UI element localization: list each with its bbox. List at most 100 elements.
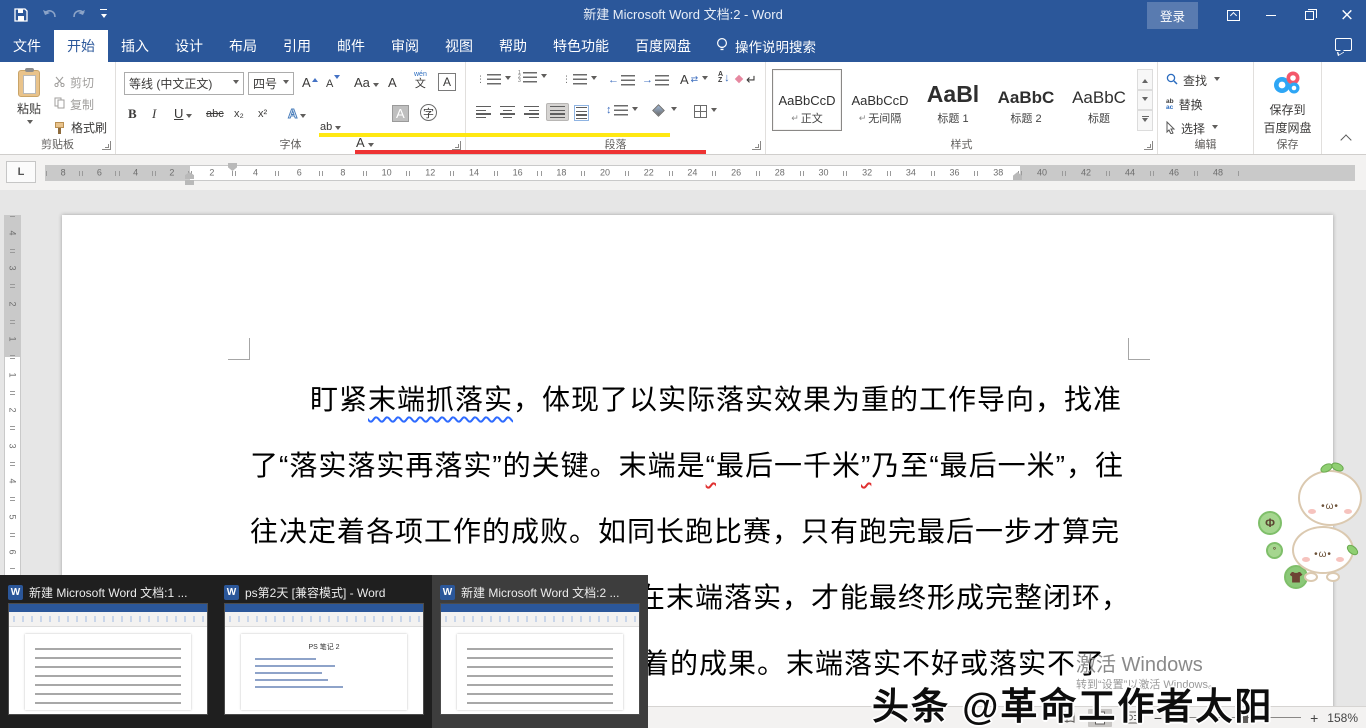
- tab-home[interactable]: 开始: [54, 30, 108, 62]
- minimize-button[interactable]: [1252, 0, 1290, 30]
- enclose-characters-button[interactable]: 字: [420, 104, 437, 121]
- bullets-button[interactable]: ⋮: [476, 74, 511, 85]
- phonetic-guide-button[interactable]: wén 文: [414, 71, 427, 90]
- superscript-button[interactable]: x²: [258, 108, 267, 120]
- strikethrough-button[interactable]: abc: [206, 108, 224, 120]
- align-left-button[interactable]: [476, 106, 491, 119]
- style-title[interactable]: AaBbC 标题: [1064, 69, 1134, 131]
- editing-group-label: 编辑: [1194, 139, 1217, 151]
- tab-mailings[interactable]: 邮件: [324, 30, 378, 62]
- copy-button[interactable]: 复制: [54, 96, 94, 113]
- preview-card-ps-notes[interactable]: Wps第2天 [兼容模式] - Word PS 笔记 2: [216, 575, 432, 728]
- subscript-button[interactable]: x₂: [234, 108, 244, 120]
- ribbon: 粘贴 剪切 复制 格式刷 剪贴板 等线 (中文正文) 四号 A A Aa A w…: [0, 62, 1366, 155]
- styles-more-button[interactable]: [1137, 110, 1153, 132]
- format-painter-button[interactable]: 格式刷: [54, 119, 107, 136]
- replace-button[interactable]: ab ac 替换: [1166, 96, 1203, 113]
- distribute-button[interactable]: [574, 105, 589, 122]
- clipboard-dialog-launcher[interactable]: [102, 141, 111, 150]
- word-icon: W: [440, 584, 455, 600]
- shading-button[interactable]: [652, 104, 677, 117]
- find-button[interactable]: 查找: [1166, 72, 1221, 89]
- preview-thumbnail[interactable]: PS 笔记 2: [224, 603, 424, 715]
- doc-line-3[interactable]: 往决定着各项工作的成败。如同长跑比赛，只有跑完最后一步才算完: [250, 510, 1120, 550]
- tab-review[interactable]: 审阅: [378, 30, 432, 62]
- decrease-indent-button[interactable]: ←: [608, 74, 635, 86]
- paste-button[interactable]: 粘贴: [8, 68, 50, 142]
- tab-help[interactable]: 帮助: [486, 30, 540, 62]
- style-normal[interactable]: AaBbCcD ↵ 正文: [772, 69, 842, 131]
- change-case-button[interactable]: Aa: [354, 75, 379, 90]
- font-size-combo[interactable]: 四号: [248, 72, 294, 95]
- font-dialog-launcher[interactable]: [452, 141, 461, 150]
- sort-button[interactable]: A Z ↓: [718, 71, 730, 84]
- preview-title: 新建 Microsoft Word 文档:1 ...: [29, 585, 188, 600]
- borders-button[interactable]: [694, 105, 717, 118]
- shrink-font-button[interactable]: A: [326, 75, 341, 90]
- undo-icon[interactable]: [42, 9, 58, 22]
- preview-card-doc2[interactable]: W 新建 Microsoft Word 文档:2 ...: [432, 575, 648, 728]
- style-heading2[interactable]: AaBbC 标题 2: [991, 69, 1061, 131]
- preview-thumbnail[interactable]: [440, 603, 640, 715]
- font-name-combo[interactable]: 等线 (中文正文): [124, 72, 244, 95]
- preview-thumbnail[interactable]: [8, 603, 208, 715]
- increase-indent-button[interactable]: →: [642, 74, 669, 86]
- save-icon[interactable]: [14, 8, 28, 22]
- tell-me-search[interactable]: 操作说明搜索: [704, 30, 828, 62]
- styles-scroll-up[interactable]: [1137, 69, 1153, 90]
- styles-gallery: AaBbCcD ↵ 正文 AaBbCcD ↵ 无间隔 AaBl 标题 1 AaBbC…: [772, 69, 1134, 131]
- text-effects-button[interactable]: A: [287, 106, 307, 122]
- comment-icon[interactable]: [1335, 38, 1352, 57]
- align-center-button[interactable]: [500, 106, 515, 119]
- tab-design[interactable]: 设计: [162, 30, 216, 62]
- align-right-button[interactable]: [524, 106, 539, 119]
- doc-line-4[interactable]: 在末端落实，才能最终形成完整闭环，: [637, 576, 1130, 616]
- left-indent-marker[interactable]: [185, 180, 194, 185]
- quick-access-toolbar: [0, 8, 107, 22]
- select-button[interactable]: 选择: [1166, 120, 1219, 137]
- numbering-button[interactable]: 123: [518, 70, 547, 84]
- font-size-value: 四号: [253, 77, 278, 91]
- tab-stop-selector[interactable]: L: [6, 161, 36, 183]
- styles-dialog-launcher[interactable]: [1144, 141, 1153, 150]
- zoom-in-button[interactable]: +: [1310, 711, 1318, 725]
- zoom-level[interactable]: 158%: [1327, 711, 1358, 725]
- show-marks-button[interactable]: ↵: [746, 72, 757, 88]
- style-no-spacing[interactable]: AaBbCcD ↵ 无间隔: [845, 69, 915, 131]
- italic-button[interactable]: I: [152, 106, 156, 122]
- ribbon-display-options-icon[interactable]: [1214, 0, 1252, 30]
- customize-qat-icon[interactable]: [100, 9, 107, 21]
- justify-button[interactable]: [546, 103, 569, 122]
- style-sample: AaBbC: [1072, 88, 1126, 107]
- collapse-ribbon-icon[interactable]: [1340, 134, 1352, 146]
- preview-card-doc1[interactable]: W 新建 Microsoft Word 文档:1 ...: [0, 575, 216, 728]
- line-spacing-button[interactable]: ↕: [606, 104, 638, 116]
- multilevel-list-button[interactable]: ⋮: [562, 74, 597, 85]
- grow-font-button[interactable]: A: [302, 75, 318, 90]
- character-shading-button[interactable]: A: [392, 105, 409, 122]
- tab-baidu-netdisk[interactable]: 百度网盘: [622, 30, 704, 62]
- tab-special-features[interactable]: 特色功能: [540, 30, 622, 62]
- styles-scroll-down[interactable]: [1137, 89, 1153, 111]
- style-heading1[interactable]: AaBl 标题 1: [918, 69, 988, 131]
- save-to-baidu-button[interactable]: 保存到 百度网盘: [1254, 70, 1321, 136]
- asian-layout-button[interactable]: A ⇄: [680, 72, 709, 87]
- sign-in-button[interactable]: 登录: [1146, 1, 1198, 29]
- tab-file[interactable]: 文件: [0, 30, 54, 62]
- tab-view[interactable]: 视图: [432, 30, 486, 62]
- doc-line-1[interactable]: 盯紧末端抓落实，体现了以实际落实效果为重的工作导向，找准: [310, 378, 1122, 418]
- close-button[interactable]: ×: [1328, 0, 1366, 30]
- tab-references[interactable]: 引用: [270, 30, 324, 62]
- character-border-button[interactable]: A: [438, 73, 456, 91]
- bold-button[interactable]: B: [128, 106, 137, 122]
- lightbulb-icon: [716, 37, 728, 56]
- tab-insert[interactable]: 插入: [108, 30, 162, 62]
- doc-line-2[interactable]: 了“落实落实再落实”的关键。末端是“最后一千米”乃至“最后一米”，往: [250, 444, 1124, 484]
- redo-icon[interactable]: [72, 9, 86, 22]
- underline-button[interactable]: U: [174, 106, 193, 121]
- cut-button[interactable]: 剪切: [54, 74, 94, 91]
- tab-layout[interactable]: 布局: [216, 30, 270, 62]
- restore-button[interactable]: [1290, 0, 1328, 30]
- horizontal-ruler[interactable]: 8 6 4 2 2 4 6 8 10 12 14 16 18 20 22 24 …: [45, 165, 1355, 181]
- paragraph-dialog-launcher[interactable]: [752, 141, 761, 150]
